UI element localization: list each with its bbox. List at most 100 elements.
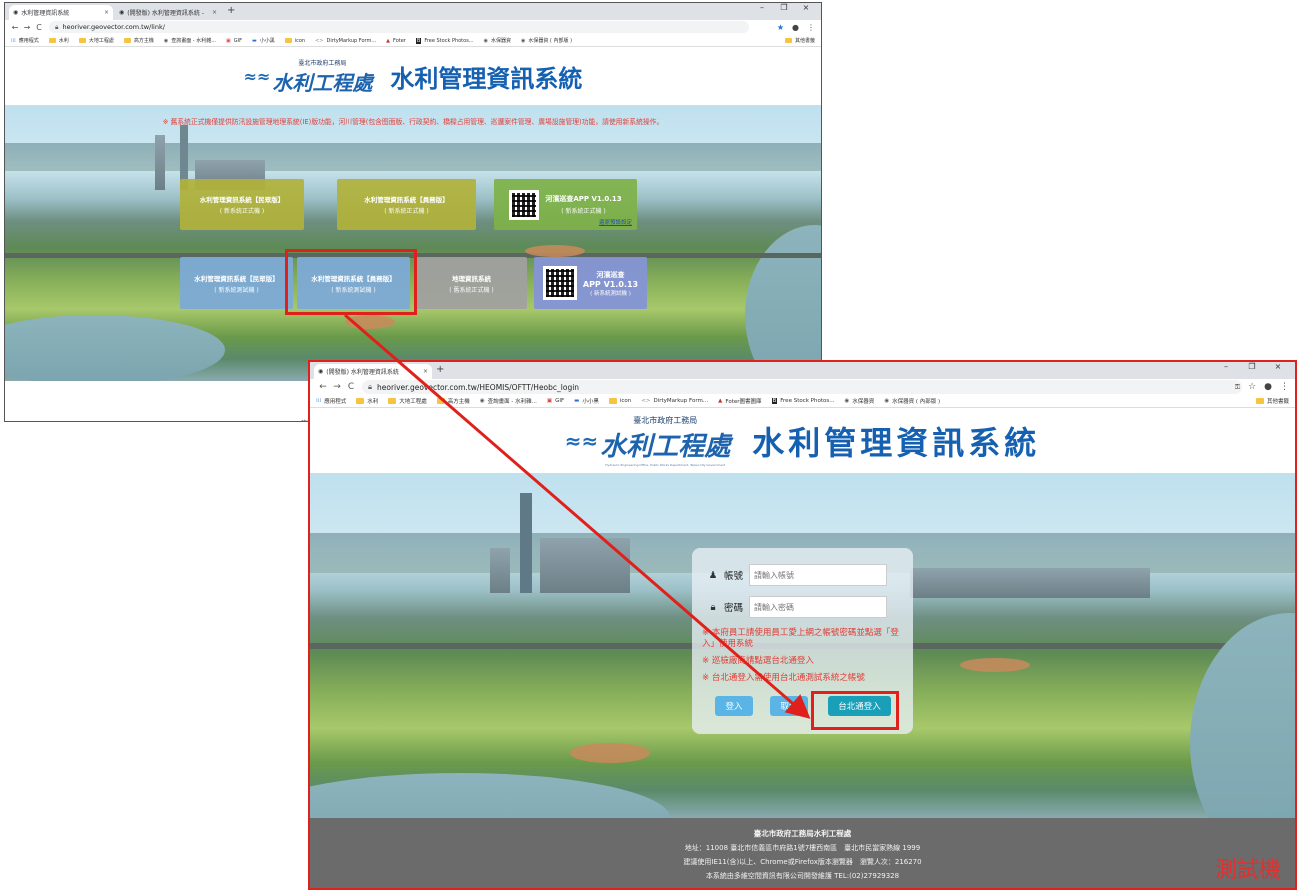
footer-address: 地址：11008 臺北市信義區市府路1號7樓西南區 臺北市民當家熱線 1999 bbox=[684, 844, 921, 852]
close-icon[interactable]: × bbox=[104, 9, 109, 16]
close-icon[interactable]: × bbox=[423, 368, 428, 375]
bookmark-label: 高方主機 bbox=[133, 38, 154, 44]
bookmark-folder[interactable]: 高方主機 bbox=[123, 37, 154, 44]
back-icon[interactable]: ← bbox=[9, 23, 21, 32]
profile-icon[interactable]: ● bbox=[792, 23, 799, 32]
key-icon[interactable]: ⚿ bbox=[1235, 383, 1240, 392]
toolbar-right: ⚿ ☆ ● ⋮ bbox=[1235, 379, 1289, 395]
bookmark-folder[interactable]: 水利 bbox=[48, 37, 69, 44]
bookmark-link[interactable]: <> DirtyMarkup Form... bbox=[315, 38, 376, 44]
b-icon: B bbox=[771, 398, 778, 404]
bookmarks-bar: ⁞⁞⁞ 應用程式 水利 大地工程處 高方主機 ◉ 查詢畫面 - 水利雜... ▣ GI… bbox=[5, 35, 821, 47]
folder-icon bbox=[123, 38, 131, 43]
bookmark-label: 大地工程處 bbox=[399, 399, 427, 405]
bookmark-link[interactable]: ▣ GIF bbox=[547, 398, 564, 404]
tab-water-management[interactable]: ◉ 水利管理資訊系統 × bbox=[9, 5, 113, 20]
reload-icon[interactable]: C bbox=[33, 23, 45, 32]
window-controls: – ❐ × bbox=[1213, 362, 1291, 371]
maximize-button[interactable]: ❐ bbox=[773, 3, 795, 12]
taipeipass-login-note: ※ 台北通登入需使用台北通測試系統之帳號 bbox=[702, 673, 865, 683]
bookmark-link[interactable]: <> DirtyMarkup Form... bbox=[641, 398, 708, 404]
bookmark-link[interactable]: ◉ 水保器資 ( 內部版 ) bbox=[521, 37, 572, 45]
bookmark-link[interactable]: ◉ 水保器資 bbox=[844, 397, 874, 405]
bookmark-label: icon bbox=[294, 37, 306, 44]
waves-logo-icon: ≈≈ bbox=[243, 67, 271, 86]
url-text: heoriver.geovector.com.tw/HEOMIS/OFTT/He… bbox=[377, 382, 580, 392]
reset-settings-link[interactable]: 還原預設設定 bbox=[599, 218, 632, 226]
folder-icon bbox=[356, 398, 365, 404]
bookmark-link[interactable]: ◉ 水保器資 bbox=[483, 37, 511, 45]
menu-icon[interactable]: ⋮ bbox=[807, 23, 815, 32]
star-icon[interactable]: ☆ bbox=[1248, 382, 1256, 392]
tile-subtitle: ( 新系統測試機 ) bbox=[214, 286, 259, 294]
bookmark-link[interactable]: ◉ 查詢畫面 - 水利雜... bbox=[480, 397, 537, 405]
password-label: 密碼 bbox=[724, 603, 744, 614]
river bbox=[5, 315, 225, 381]
tile-subtitle: ( 舊系統正式機 ) bbox=[449, 286, 494, 294]
folder-icon bbox=[608, 398, 617, 404]
tile-public-test[interactable]: 水利管理資訊系統【民眾版】 ( 新系統測試機 ) bbox=[180, 257, 293, 309]
bookmark-label: 水保器資 ( 內部版 ) bbox=[892, 399, 941, 405]
tile-staff-prod[interactable]: 水利管理資訊系統【員務版】 ( 新系統正式機 ) bbox=[337, 179, 476, 230]
bookmark-label: GIF bbox=[233, 37, 242, 44]
new-tab-button[interactable]: + bbox=[436, 364, 444, 375]
minimize-button[interactable]: – bbox=[751, 3, 773, 12]
bookmark-label: GIF bbox=[555, 398, 565, 404]
profile-icon[interactable]: ● bbox=[1264, 382, 1272, 392]
apps-grid-icon: ⁞⁞⁞ bbox=[11, 37, 16, 44]
address-bar[interactable]: 🔒︎ heoriver.geovector.com.tw/link/ bbox=[49, 21, 749, 33]
minimize-button[interactable]: – bbox=[1213, 362, 1239, 371]
bookmark-link[interactable]: ◉ 水保器資 ( 內部版 ) bbox=[884, 397, 940, 405]
forward-icon[interactable]: → bbox=[21, 23, 33, 32]
tile-gis-old[interactable]: 地理資訊系統 ( 舊系統正式機 ) bbox=[416, 257, 527, 309]
menu-icon[interactable]: ⋮ bbox=[1280, 382, 1289, 392]
bookmark-apps[interactable]: ⁞⁞⁞ 應用程式 bbox=[316, 397, 346, 405]
bookmark-folder[interactable]: 大地工程處 bbox=[78, 37, 114, 44]
flag-icon: ▬ bbox=[574, 398, 580, 404]
bookmark-link[interactable]: ◉ 查詢畫面 - 水利雜... bbox=[164, 37, 216, 45]
star-icon[interactable]: ★ bbox=[777, 23, 784, 32]
bookmark-label: 應用程式 bbox=[18, 38, 39, 44]
b-icon: B bbox=[415, 37, 422, 44]
new-tab-button[interactable]: + bbox=[227, 5, 235, 16]
bookmark-link[interactable]: B Free Stock Photos... bbox=[415, 37, 474, 44]
close-window-button[interactable]: × bbox=[1265, 362, 1291, 371]
password-input[interactable] bbox=[749, 596, 888, 618]
flag-icon: ▬ bbox=[251, 37, 257, 44]
bookmark-folder[interactable]: icon bbox=[608, 398, 631, 404]
tile-public-prod[interactable]: 水利管理資訊系統【民眾版】 ( 新系統正式機 ) bbox=[180, 179, 304, 230]
login-button[interactable]: 登入 bbox=[715, 696, 753, 716]
close-window-button[interactable]: × bbox=[795, 3, 817, 12]
bookmark-apps[interactable]: ⁞⁞⁞ 應用程式 bbox=[11, 37, 39, 45]
bookmark-link[interactable]: B Free Stock Photos... bbox=[771, 398, 834, 404]
cancel-button[interactable]: 取消 bbox=[770, 696, 808, 716]
bookmark-link[interactable]: ▲ Foter圖書圖庫 bbox=[718, 397, 761, 405]
maximize-button[interactable]: ❐ bbox=[1239, 362, 1265, 371]
skyline bbox=[490, 548, 510, 593]
tile-subtitle: ( 新系統正式機 ) bbox=[384, 208, 429, 215]
bookmark-folder[interactable]: icon bbox=[284, 37, 306, 44]
tab-dev-login[interactable]: ◉ (開發版) 水利管理資訊系統 × bbox=[314, 364, 432, 379]
bookmark-link[interactable]: ▬ 小小黑 bbox=[251, 37, 275, 45]
forward-icon[interactable]: → bbox=[330, 382, 344, 392]
other-bookmarks[interactable]: 其他書籤 bbox=[784, 37, 815, 44]
bookmark-folder[interactable]: 水利 bbox=[356, 397, 378, 405]
bookmark-folder[interactable]: 大地工程處 bbox=[388, 397, 427, 405]
tile-app-test[interactable]: 河濱巡查 APP V1.0.13 ( 新系統測試機 ) bbox=[534, 257, 647, 309]
tab-dev-version[interactable]: ◉ (開發版) 水利管理資訊系統 - × bbox=[115, 5, 221, 20]
bookmark-link[interactable]: ▣ GIF bbox=[226, 38, 242, 44]
reload-icon[interactable]: C bbox=[344, 382, 358, 392]
other-bookmarks[interactable]: 其他書籤 bbox=[1255, 397, 1289, 405]
back-icon[interactable]: ← bbox=[316, 382, 330, 392]
globe-icon: ◉ bbox=[119, 9, 125, 16]
test-environment-label: 測試機 bbox=[1214, 858, 1281, 883]
bookmark-folder[interactable]: 高方主機 bbox=[436, 397, 470, 405]
globe-icon: ◉ bbox=[483, 37, 488, 44]
waves-logo-icon: ≈≈ bbox=[564, 429, 599, 453]
address-bar[interactable]: 🔒︎ heoriver.geovector.com.tw/HEOMIS/OFTT… bbox=[362, 380, 1242, 394]
bookmark-link[interactable]: ▲ Foter bbox=[386, 38, 406, 44]
account-input[interactable] bbox=[749, 564, 888, 586]
bookmark-link[interactable]: ▬ 小小黑 bbox=[574, 397, 599, 405]
lock-icon: 🔒︎ bbox=[710, 601, 716, 613]
close-icon[interactable]: × bbox=[212, 9, 217, 16]
